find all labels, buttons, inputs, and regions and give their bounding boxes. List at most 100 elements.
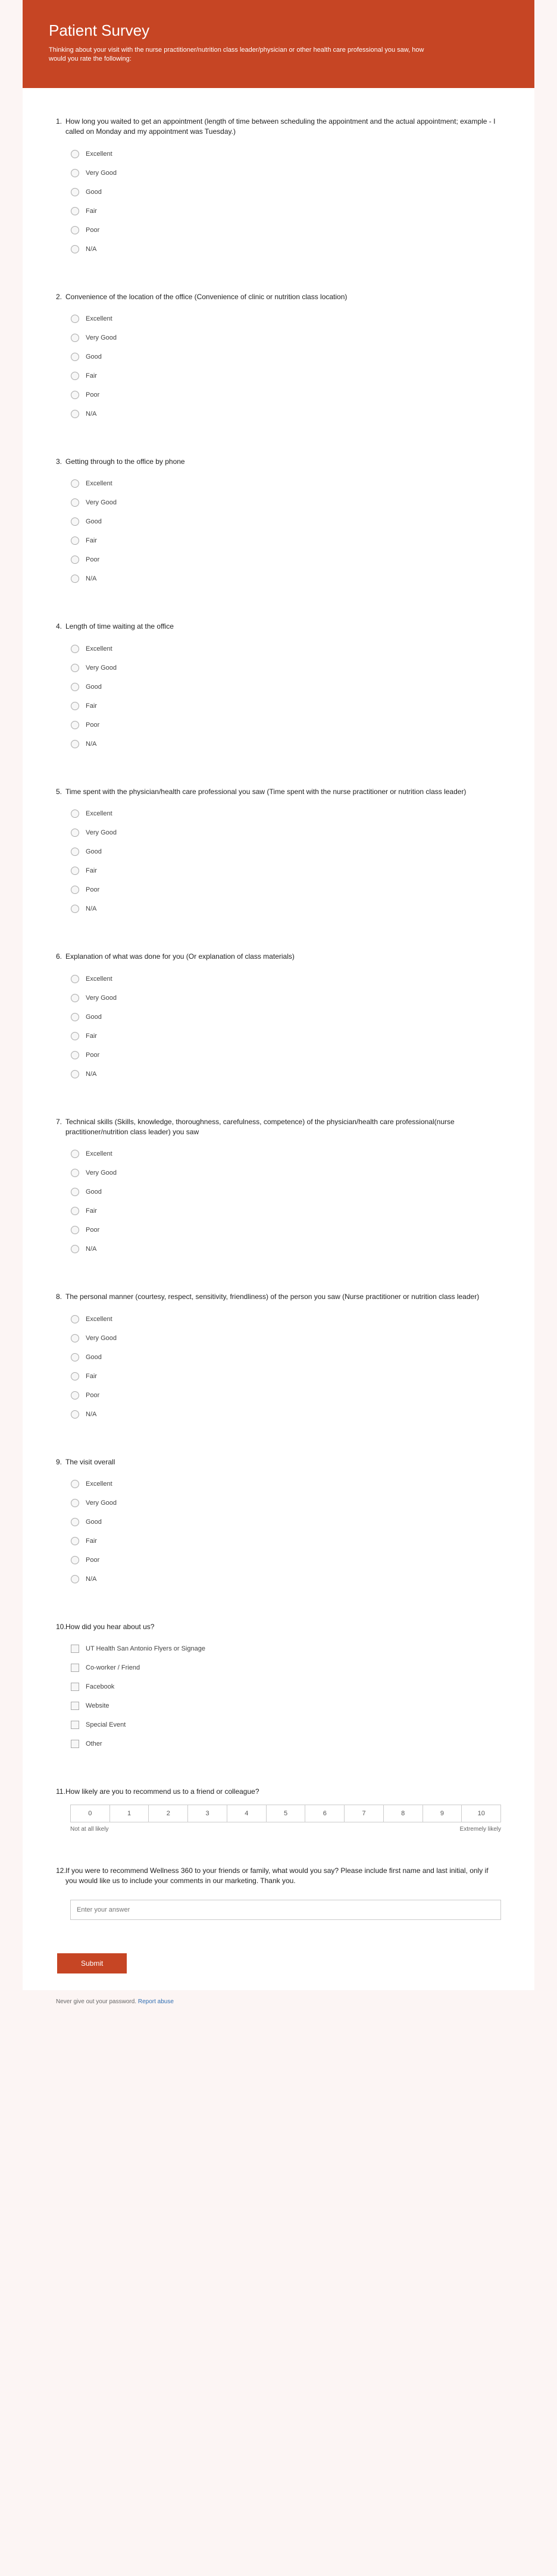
radio-option[interactable]: Excellent bbox=[70, 804, 501, 823]
radio-option[interactable]: Very Good bbox=[70, 328, 501, 347]
radio-option[interactable]: Very Good bbox=[70, 989, 501, 1008]
question-2: 2.Convenience of the location of the off… bbox=[56, 292, 501, 423]
radio-option[interactable]: Fair bbox=[70, 531, 501, 550]
radio-option[interactable]: Poor bbox=[70, 1046, 501, 1065]
option-label: Very Good bbox=[86, 994, 117, 1002]
radio-icon bbox=[70, 352, 80, 362]
radio-icon bbox=[70, 409, 80, 419]
radio-option[interactable]: Excellent bbox=[70, 969, 501, 989]
radio-option[interactable]: Good bbox=[70, 677, 501, 696]
option-label: Excellent bbox=[86, 810, 112, 817]
radio-option[interactable]: Excellent bbox=[70, 145, 501, 164]
radio-option[interactable]: N/A bbox=[70, 1405, 501, 1424]
nps-cell-6[interactable]: 6 bbox=[305, 1805, 345, 1822]
option-label: Very Good bbox=[86, 1335, 117, 1342]
radio-option[interactable]: Poor bbox=[70, 385, 501, 404]
radio-icon bbox=[70, 1225, 80, 1235]
option-label: N/A bbox=[86, 575, 96, 582]
survey-body: 1.How long you waited to get an appointm… bbox=[23, 88, 534, 1990]
radio-option[interactable]: Very Good bbox=[70, 823, 501, 842]
submit-button[interactable]: Submit bbox=[57, 1953, 127, 1973]
checkbox-option[interactable]: Website bbox=[70, 1696, 501, 1715]
radio-option[interactable]: Good bbox=[70, 183, 501, 202]
nps-cell-4[interactable]: 4 bbox=[227, 1805, 267, 1822]
nps-cell-2[interactable]: 2 bbox=[149, 1805, 188, 1822]
radio-option[interactable]: Excellent bbox=[70, 1144, 501, 1163]
radio-icon bbox=[70, 847, 80, 856]
radio-option[interactable]: Good bbox=[70, 1008, 501, 1027]
radio-option[interactable]: N/A bbox=[70, 899, 501, 918]
radio-option[interactable]: Very Good bbox=[70, 1493, 501, 1513]
radio-option[interactable]: Excellent bbox=[70, 1474, 501, 1493]
radio-icon bbox=[70, 574, 80, 583]
radio-option[interactable]: Good bbox=[70, 1513, 501, 1532]
nps-cell-1[interactable]: 1 bbox=[110, 1805, 149, 1822]
radio-option[interactable]: Very Good bbox=[70, 1329, 501, 1348]
radio-option[interactable]: Excellent bbox=[70, 639, 501, 658]
radio-option[interactable]: Poor bbox=[70, 1220, 501, 1240]
radio-option[interactable]: Good bbox=[70, 512, 501, 531]
open-answer-input[interactable] bbox=[70, 1900, 501, 1920]
radio-option[interactable]: Excellent bbox=[70, 309, 501, 328]
radio-option[interactable]: Fair bbox=[70, 861, 501, 880]
radio-icon bbox=[70, 904, 80, 914]
radio-option[interactable]: Poor bbox=[70, 221, 501, 240]
nps-cell-7[interactable]: 7 bbox=[345, 1805, 384, 1822]
radio-option[interactable]: Fair bbox=[70, 1201, 501, 1220]
nps-cell-3[interactable]: 3 bbox=[188, 1805, 227, 1822]
radio-icon bbox=[70, 479, 80, 488]
radio-icon bbox=[70, 1314, 80, 1324]
radio-icon bbox=[70, 517, 80, 526]
radio-option[interactable]: Fair bbox=[70, 696, 501, 716]
nps-cell-0[interactable]: 0 bbox=[71, 1805, 110, 1822]
option-label: Website bbox=[86, 1702, 109, 1709]
report-abuse-link[interactable]: Report abuse bbox=[138, 1998, 174, 2005]
radio-option[interactable]: Fair bbox=[70, 1367, 501, 1386]
radio-option[interactable]: N/A bbox=[70, 735, 501, 754]
radio-option[interactable]: Poor bbox=[70, 716, 501, 735]
radio-option[interactable]: Poor bbox=[70, 1551, 501, 1570]
question-number: 5. bbox=[56, 787, 65, 797]
question-number: 11. bbox=[56, 1787, 65, 1797]
checkbox-option[interactable]: Other bbox=[70, 1734, 501, 1753]
checkbox-option[interactable]: Facebook bbox=[70, 1677, 501, 1696]
radio-option[interactable]: Fair bbox=[70, 1532, 501, 1551]
radio-option[interactable]: Poor bbox=[70, 880, 501, 899]
radio-option[interactable]: Good bbox=[70, 1182, 501, 1201]
radio-option[interactable]: N/A bbox=[70, 1065, 501, 1084]
radio-option[interactable]: Excellent bbox=[70, 474, 501, 493]
radio-option[interactable]: N/A bbox=[70, 1570, 501, 1589]
radio-option[interactable]: Very Good bbox=[70, 493, 501, 512]
radio-option[interactable]: Very Good bbox=[70, 164, 501, 183]
nps-cell-9[interactable]: 9 bbox=[423, 1805, 462, 1822]
radio-option[interactable]: Fair bbox=[70, 366, 501, 385]
radio-option[interactable]: Good bbox=[70, 1348, 501, 1367]
question-1: 1.How long you waited to get an appointm… bbox=[56, 117, 501, 259]
checkbox-option[interactable]: Co-worker / Friend bbox=[70, 1658, 501, 1677]
radio-icon bbox=[70, 1498, 80, 1508]
radio-option[interactable]: Excellent bbox=[70, 1310, 501, 1329]
question-number: 1. bbox=[56, 117, 65, 137]
radio-option[interactable]: N/A bbox=[70, 240, 501, 259]
radio-option[interactable]: Fair bbox=[70, 202, 501, 221]
radio-option[interactable]: N/A bbox=[70, 569, 501, 588]
radio-option[interactable]: N/A bbox=[70, 404, 501, 423]
nps-cell-10[interactable]: 10 bbox=[462, 1805, 500, 1822]
radio-option[interactable]: Good bbox=[70, 347, 501, 366]
radio-option[interactable]: Very Good bbox=[70, 1163, 501, 1182]
radio-option[interactable]: Fair bbox=[70, 1027, 501, 1046]
radio-option[interactable]: N/A bbox=[70, 1240, 501, 1259]
option-label: Poor bbox=[86, 886, 99, 893]
question-number: 4. bbox=[56, 622, 65, 632]
radio-option[interactable]: Poor bbox=[70, 1386, 501, 1405]
nps-cell-8[interactable]: 8 bbox=[384, 1805, 423, 1822]
radio-option[interactable]: Good bbox=[70, 842, 501, 861]
option-label: Fair bbox=[86, 867, 97, 874]
checkbox-option[interactable]: Special Event bbox=[70, 1715, 501, 1734]
radio-option[interactable]: Very Good bbox=[70, 658, 501, 677]
radio-option[interactable]: Poor bbox=[70, 550, 501, 569]
checkbox-option[interactable]: UT Health San Antonio Flyers or Signage bbox=[70, 1639, 501, 1658]
nps-cell-5[interactable]: 5 bbox=[267, 1805, 306, 1822]
question-title: How likely are you to recommend us to a … bbox=[65, 1787, 501, 1797]
radio-icon bbox=[70, 244, 80, 254]
